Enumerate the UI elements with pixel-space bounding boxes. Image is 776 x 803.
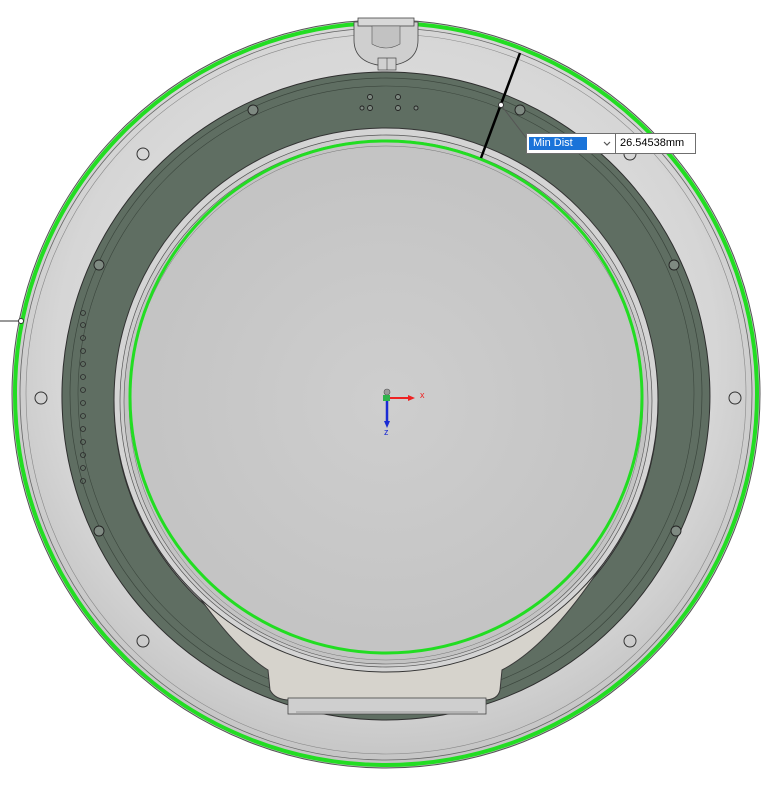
flange-hole[interactable] (247, 104, 259, 116)
x-axis-label: x (420, 390, 425, 400)
flange-hole[interactable] (395, 105, 401, 111)
measure-callout: Min Dist 26.54538mm (526, 133, 696, 154)
chevron-down-icon[interactable] (600, 137, 614, 150)
flange-hole[interactable] (395, 94, 401, 100)
measure-type-select[interactable]: Min Dist (529, 136, 615, 151)
left-leader (0, 318, 24, 324)
measure-type-value: Min Dist (529, 137, 587, 150)
flange-hole[interactable] (93, 259, 105, 271)
z-axis-label: z (384, 427, 389, 437)
graphics-viewport[interactable]: x z (0, 0, 776, 798)
flange-hole[interactable] (413, 105, 419, 111)
flange-hole[interactable] (514, 104, 526, 116)
callout-divider (615, 134, 616, 153)
flange-hole[interactable] (367, 94, 373, 100)
flange-hole[interactable] (367, 105, 373, 111)
measured-distance: 26.54538mm (620, 137, 685, 149)
flange-hole[interactable] (359, 105, 365, 111)
flange-hole[interactable] (93, 525, 105, 537)
flange-hole[interactable] (670, 525, 682, 537)
flange-hole[interactable] (668, 259, 680, 271)
